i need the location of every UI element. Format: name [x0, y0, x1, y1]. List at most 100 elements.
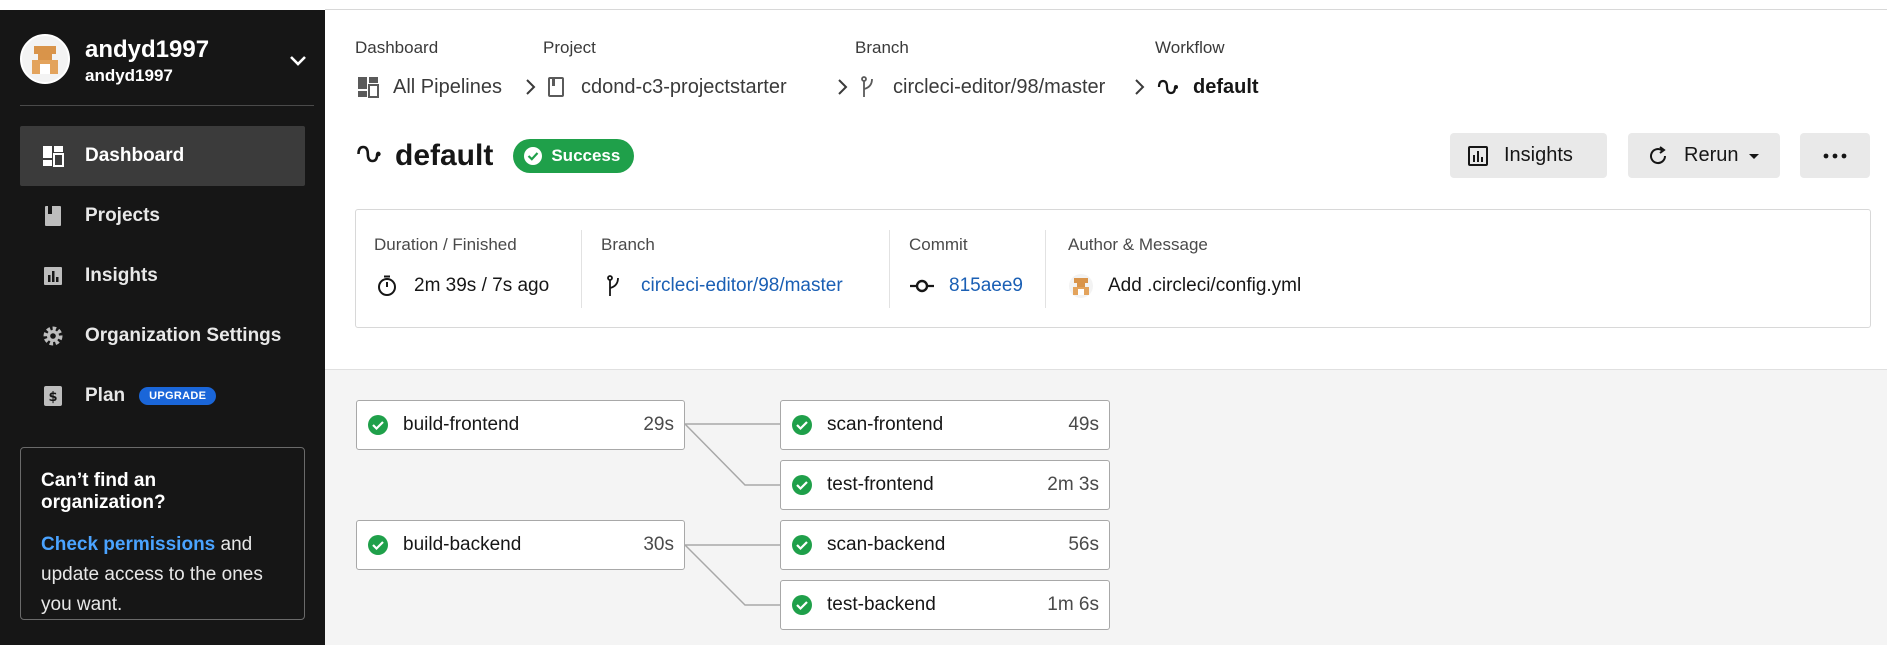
- page-title: default: [395, 139, 494, 172]
- breadcrumb-label: Project: [543, 38, 596, 57]
- breadcrumb-label: Dashboard: [355, 38, 439, 57]
- git-commit-icon: [909, 273, 935, 299]
- job-duration: 49s: [1068, 414, 1099, 435]
- workflow-icon: [1155, 74, 1181, 100]
- job-duration: 2m 3s: [1047, 474, 1099, 495]
- breadcrumb-value-text: All Pipelines: [393, 75, 502, 98]
- breadcrumb-value: circleci-editor/98/master: [855, 74, 1105, 100]
- check-circle-icon: [792, 475, 812, 495]
- sidebar-divider: [20, 105, 314, 106]
- commit-message: Add .circleci/config.yml: [1108, 275, 1302, 296]
- author-value: Add .circleci/config.yml: [1068, 273, 1301, 299]
- breadcrumb-value-text: cdond-c3-projectstarter: [581, 75, 787, 98]
- org-help-box: Can’t find an organization? Check permis…: [20, 447, 305, 620]
- info-divider: [1045, 230, 1046, 308]
- check-circle-icon: [368, 415, 388, 435]
- chevron-down-icon[interactable]: [286, 48, 310, 72]
- check-circle-icon: [792, 415, 812, 435]
- commit-link[interactable]: 815aee9: [949, 275, 1023, 297]
- job-scan-frontend[interactable]: scan-frontend 49s: [780, 400, 1110, 450]
- org-help-title: Can’t find an organization?: [41, 470, 166, 513]
- sidebar-item-label: Dashboard: [85, 145, 185, 166]
- breadcrumb-label: Workflow: [1155, 38, 1225, 57]
- dashboard-icon: [355, 74, 381, 100]
- info-divider: [889, 230, 890, 308]
- avatar: [20, 34, 70, 84]
- check-circle-icon: [524, 147, 543, 165]
- commit-column: Commit 815aee9: [909, 210, 1023, 327]
- job-test-backend[interactable]: test-backend 1m 6s: [780, 580, 1110, 630]
- insights-button-label: Insights: [1504, 144, 1573, 166]
- branch-label: Branch: [601, 235, 655, 254]
- sidebar-item-projects[interactable]: Projects: [20, 186, 305, 246]
- sidebar-item-label: Plan: [85, 385, 126, 406]
- check-circle-icon: [792, 535, 812, 555]
- more-horizontal-icon: [1823, 153, 1847, 158]
- sidebar-item-label: Organization Settings: [85, 325, 282, 346]
- status-badge: Success: [513, 139, 635, 173]
- job-name: test-frontend: [827, 474, 934, 495]
- job-name: scan-backend: [827, 534, 946, 555]
- breadcrumb-value: cdond-c3-projectstarter: [543, 74, 787, 100]
- stopwatch-icon: [374, 273, 400, 299]
- duration-text: 2m 39s / 7s ago: [414, 275, 550, 296]
- app-root: andyd1997 andyd1997 Dashboard Projects I…: [0, 0, 1887, 645]
- commit-label: Commit: [909, 235, 968, 254]
- job-name: scan-frontend: [827, 414, 944, 435]
- breadcrumb-project[interactable]: Project cdond-c3-projectstarter: [543, 38, 787, 98]
- breadcrumb-branch[interactable]: Branch circleci-editor/98/master: [855, 38, 1105, 98]
- sidebar-nav: Dashboard Projects Insights Organization…: [20, 126, 305, 426]
- breadcrumb-workflow[interactable]: Workflow default: [1155, 38, 1259, 98]
- workflow-header: default Success: [355, 135, 635, 177]
- more-options-button[interactable]: [1800, 133, 1870, 178]
- insights-button[interactable]: Insights: [1450, 133, 1607, 178]
- book-icon: [543, 74, 569, 100]
- check-circle-icon: [792, 595, 812, 615]
- job-build-frontend[interactable]: build-frontend 29s: [356, 400, 685, 450]
- job-duration: 30s: [643, 534, 674, 555]
- job-name: test-backend: [827, 594, 936, 615]
- sidebar-item-dashboard[interactable]: Dashboard: [20, 126, 305, 186]
- duration-label: Duration / Finished: [374, 235, 517, 254]
- bar-chart-icon: [40, 263, 66, 289]
- chevron-right-icon: [833, 76, 853, 98]
- author-label: Author & Message: [1068, 235, 1208, 254]
- dashboard-icon: [40, 143, 66, 169]
- upgrade-badge[interactable]: UPGRADE: [139, 387, 217, 405]
- breadcrumb-value: default: [1155, 74, 1259, 100]
- branch-column: Branch circleci-editor/98/master: [601, 210, 843, 327]
- user-menu[interactable]: andyd1997 andyd1997: [20, 34, 310, 86]
- check-permissions-link[interactable]: Check permissions: [41, 534, 215, 555]
- git-branch-icon: [601, 273, 627, 299]
- sidebar-item-label: Insights: [85, 265, 158, 286]
- sidebar-item-insights[interactable]: Insights: [20, 246, 305, 306]
- sidebar-item-plan[interactable]: $ Plan UPGRADE: [20, 366, 305, 426]
- job-test-frontend[interactable]: test-frontend 2m 3s: [780, 460, 1110, 510]
- workflow-icon: [355, 140, 383, 173]
- rerun-button[interactable]: Rerun: [1628, 133, 1780, 178]
- author-column: Author & Message Add .circleci/config.ym…: [1068, 210, 1301, 327]
- org-help-text: Check permissions and update access to t…: [41, 530, 284, 620]
- job-duration: 56s: [1068, 534, 1099, 555]
- job-build-backend[interactable]: build-backend 30s: [356, 520, 685, 570]
- sidebar: andyd1997 andyd1997 Dashboard Projects I…: [0, 10, 325, 645]
- branch-link[interactable]: circleci-editor/98/master: [641, 275, 843, 297]
- breadcrumb-dashboard[interactable]: Dashboard All Pipelines: [355, 38, 502, 98]
- job-duration: 29s: [643, 414, 674, 435]
- job-name: build-backend: [403, 534, 522, 555]
- commit-value: 815aee9: [909, 273, 1023, 299]
- breadcrumb-label: Branch: [855, 38, 909, 57]
- sidebar-item-organization-settings[interactable]: Organization Settings: [20, 306, 305, 366]
- job-scan-backend[interactable]: scan-backend 56s: [780, 520, 1110, 570]
- user-handle: andyd1997: [85, 66, 173, 85]
- dollar-icon: $: [40, 383, 66, 409]
- main-content: Dashboard All Pipelines Project cdond-c3…: [325, 0, 1887, 645]
- book-icon: [40, 203, 66, 229]
- check-circle-icon: [368, 535, 388, 555]
- breadcrumb-value-text: circleci-editor/98/master: [893, 75, 1106, 98]
- branch-value: circleci-editor/98/master: [601, 273, 843, 299]
- chevron-right-icon: [1130, 76, 1150, 98]
- job-name: build-frontend: [403, 414, 520, 435]
- top-divider: [325, 9, 1887, 10]
- breadcrumb-value: All Pipelines: [355, 74, 502, 100]
